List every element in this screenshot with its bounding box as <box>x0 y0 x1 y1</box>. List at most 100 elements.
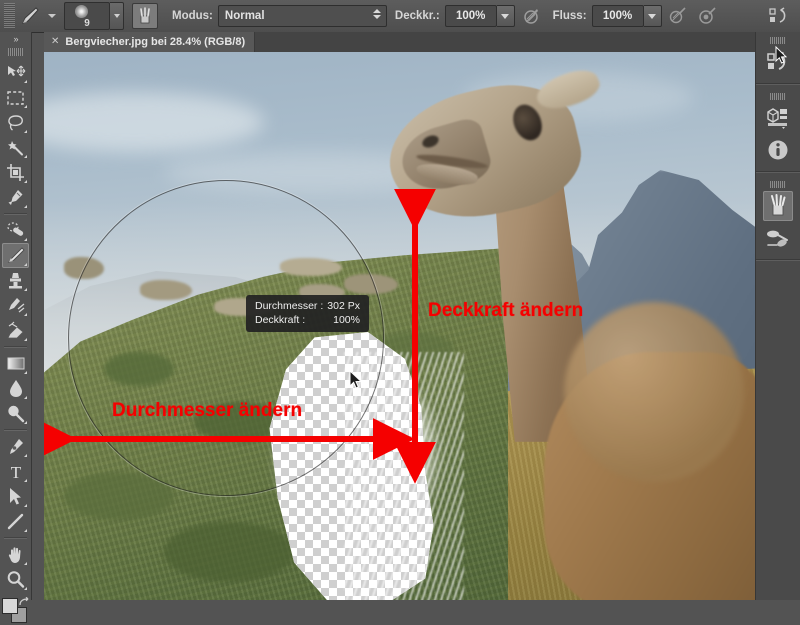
flow-dropdown-button[interactable] <box>643 5 662 27</box>
tooltip-diameter-value: 302 Px <box>327 300 360 312</box>
rectangular-marquee-tool-icon <box>7 90 24 105</box>
brush-cursor-circle <box>68 180 384 496</box>
dock-group-utility <box>756 88 800 172</box>
swap-colors-icon[interactable] <box>19 597 30 608</box>
tool-flyout-indicator-icon <box>24 396 27 399</box>
brush-panel-toggle-button[interactable] <box>132 3 158 29</box>
tools-panel-grip[interactable] <box>8 48 23 56</box>
dock-item-brush-panel[interactable] <box>763 191 793 221</box>
sidebar-item-eyedropper-tool[interactable] <box>2 185 29 210</box>
healing-brush-tool-icon <box>6 222 23 236</box>
dock-group-grip[interactable] <box>770 181 786 188</box>
close-icon[interactable]: ✕ <box>51 37 59 47</box>
sidebar-item-lasso-tool[interactable] <box>2 110 29 135</box>
dock-item-brush-presets-panel[interactable] <box>763 223 793 253</box>
eraser-tool-icon <box>6 321 24 339</box>
animal-chest <box>564 302 744 482</box>
dock-group-grip[interactable] <box>770 93 786 100</box>
blend-mode-select[interactable]: Normal <box>217 5 387 27</box>
workspace-switcher-button[interactable] <box>766 3 792 29</box>
dock-group-grip[interactable] <box>770 37 786 44</box>
tooltip-opacity-value: 100% <box>333 314 360 326</box>
brush-preset-picker-button[interactable] <box>110 2 124 30</box>
brush-tool-icon <box>7 247 25 264</box>
workspace-switcher-icon <box>769 7 786 23</box>
sidebar-item-type-tool[interactable]: T <box>2 459 29 484</box>
dodge-tool-icon <box>8 405 25 423</box>
sidebar-item-clone-stamp-tool[interactable] <box>2 268 29 293</box>
tools-panel: » T <box>0 32 32 623</box>
brush-panel-icon <box>771 194 786 216</box>
mouse-cursor-canvas <box>349 370 363 389</box>
active-tool-preview[interactable] <box>18 3 44 29</box>
tool-flyout-indicator-icon <box>24 313 27 316</box>
dock-item-info-panel[interactable] <box>763 135 793 165</box>
sidebar-item-move-tool[interactable] <box>2 60 29 85</box>
tool-flyout-indicator-icon <box>24 105 27 108</box>
brush-presets-panel-icon <box>767 230 788 247</box>
info-panel-icon <box>768 140 788 160</box>
history-brush-tool-icon <box>8 298 24 313</box>
dock-item-mini-bridge[interactable] <box>763 103 793 133</box>
sidebar-item-blur-tool[interactable] <box>2 376 29 401</box>
annotation-diameter-label: Durchmesser ändern <box>112 400 303 421</box>
tool-group-divider <box>4 429 27 431</box>
foreground-color-swatch[interactable] <box>2 598 18 614</box>
sidebar-item-magic-wand-tool[interactable] <box>2 135 29 160</box>
options-bar-grip[interactable] <box>4 3 15 29</box>
brush-panel-icon <box>140 7 150 24</box>
flow-value[interactable]: 100% <box>591 5 644 27</box>
tool-group-divider <box>4 346 27 348</box>
sidebar-item-line-tool[interactable] <box>2 509 29 534</box>
canvas-area[interactable]: Durchmesser : 302 Px Deckkraft : 100% De… <box>44 52 756 600</box>
panel-dock <box>755 32 800 600</box>
document-tab-strip: ✕ Bergviecher.jpg bei 28.4% (RGB/8) <box>44 32 756 52</box>
sidebar-item-path-selection-tool[interactable] <box>2 484 29 509</box>
tool-flyout-indicator-icon <box>24 130 27 133</box>
tool-flyout-indicator-icon <box>24 479 27 482</box>
opacity-pen-pressure-button[interactable] <box>517 3 543 29</box>
sidebar-item-pen-tool[interactable] <box>2 434 29 459</box>
dock-group-brush <box>756 46 800 260</box>
sidebar-item-healing-brush-tool[interactable] <box>2 218 29 243</box>
tool-group-divider <box>4 537 27 539</box>
sidebar-item-marquee-tool[interactable] <box>2 85 29 110</box>
airbrush-button[interactable] <box>664 3 690 29</box>
color-swatches[interactable] <box>2 597 30 625</box>
mode-label: Modus: <box>172 10 213 22</box>
flow-control[interactable]: 100% <box>591 5 662 27</box>
sidebar-item-zoom-tool[interactable] <box>2 567 29 592</box>
tool-flyout-indicator-icon <box>24 562 27 565</box>
tools-panel-collapse-button[interactable]: » <box>0 32 31 46</box>
bush <box>164 522 294 582</box>
sidebar-item-brush-tool[interactable] <box>2 243 29 268</box>
tool-flyout-indicator-icon <box>24 155 27 158</box>
tool-flyout-indicator-icon <box>24 80 27 83</box>
opacity-value[interactable]: 100% <box>444 5 497 27</box>
blend-mode-value: Normal <box>224 10 265 22</box>
brush-hud-tooltip: Durchmesser : 302 Px Deckkraft : 100% <box>246 295 369 332</box>
tool-flyout-indicator-icon <box>24 371 27 374</box>
sidebar-item-crop-tool[interactable] <box>2 160 29 185</box>
tool-flyout-indicator-icon <box>24 529 27 532</box>
document-tab[interactable]: ✕ Bergviecher.jpg bei 28.4% (RGB/8) <box>44 32 256 52</box>
pressure-flow-button[interactable] <box>694 3 720 29</box>
tool-flyout-indicator-icon <box>24 238 27 241</box>
opacity-dropdown-button[interactable] <box>496 5 515 27</box>
sidebar-item-gradient-tool[interactable] <box>2 351 29 376</box>
tool-flyout-indicator-icon <box>24 421 27 424</box>
brush-size-preview[interactable]: 9 <box>64 2 110 30</box>
opacity-control[interactable]: 100% <box>444 5 515 27</box>
sidebar-item-dodge-tool[interactable] <box>2 401 29 426</box>
tool-preset-chevron-down-icon[interactable] <box>48 14 56 18</box>
gradient-tool-icon <box>7 357 24 370</box>
sidebar-item-hand-tool[interactable] <box>2 542 29 567</box>
sidebar-item-eraser-tool[interactable] <box>2 318 29 343</box>
sidebar-item-history-brush-tool[interactable] <box>2 293 29 318</box>
tool-options-bar: 9 Modus: Normal Deckkr.: 100% Fluss: 100… <box>0 0 800 33</box>
zoom-tool-icon <box>7 571 25 588</box>
mini-bridge-icon <box>767 108 787 129</box>
tool-flyout-indicator-icon <box>24 454 27 457</box>
brush-tip-preview-icon <box>75 5 88 18</box>
tooltip-diameter-row: Durchmesser : 302 Px <box>255 299 360 313</box>
